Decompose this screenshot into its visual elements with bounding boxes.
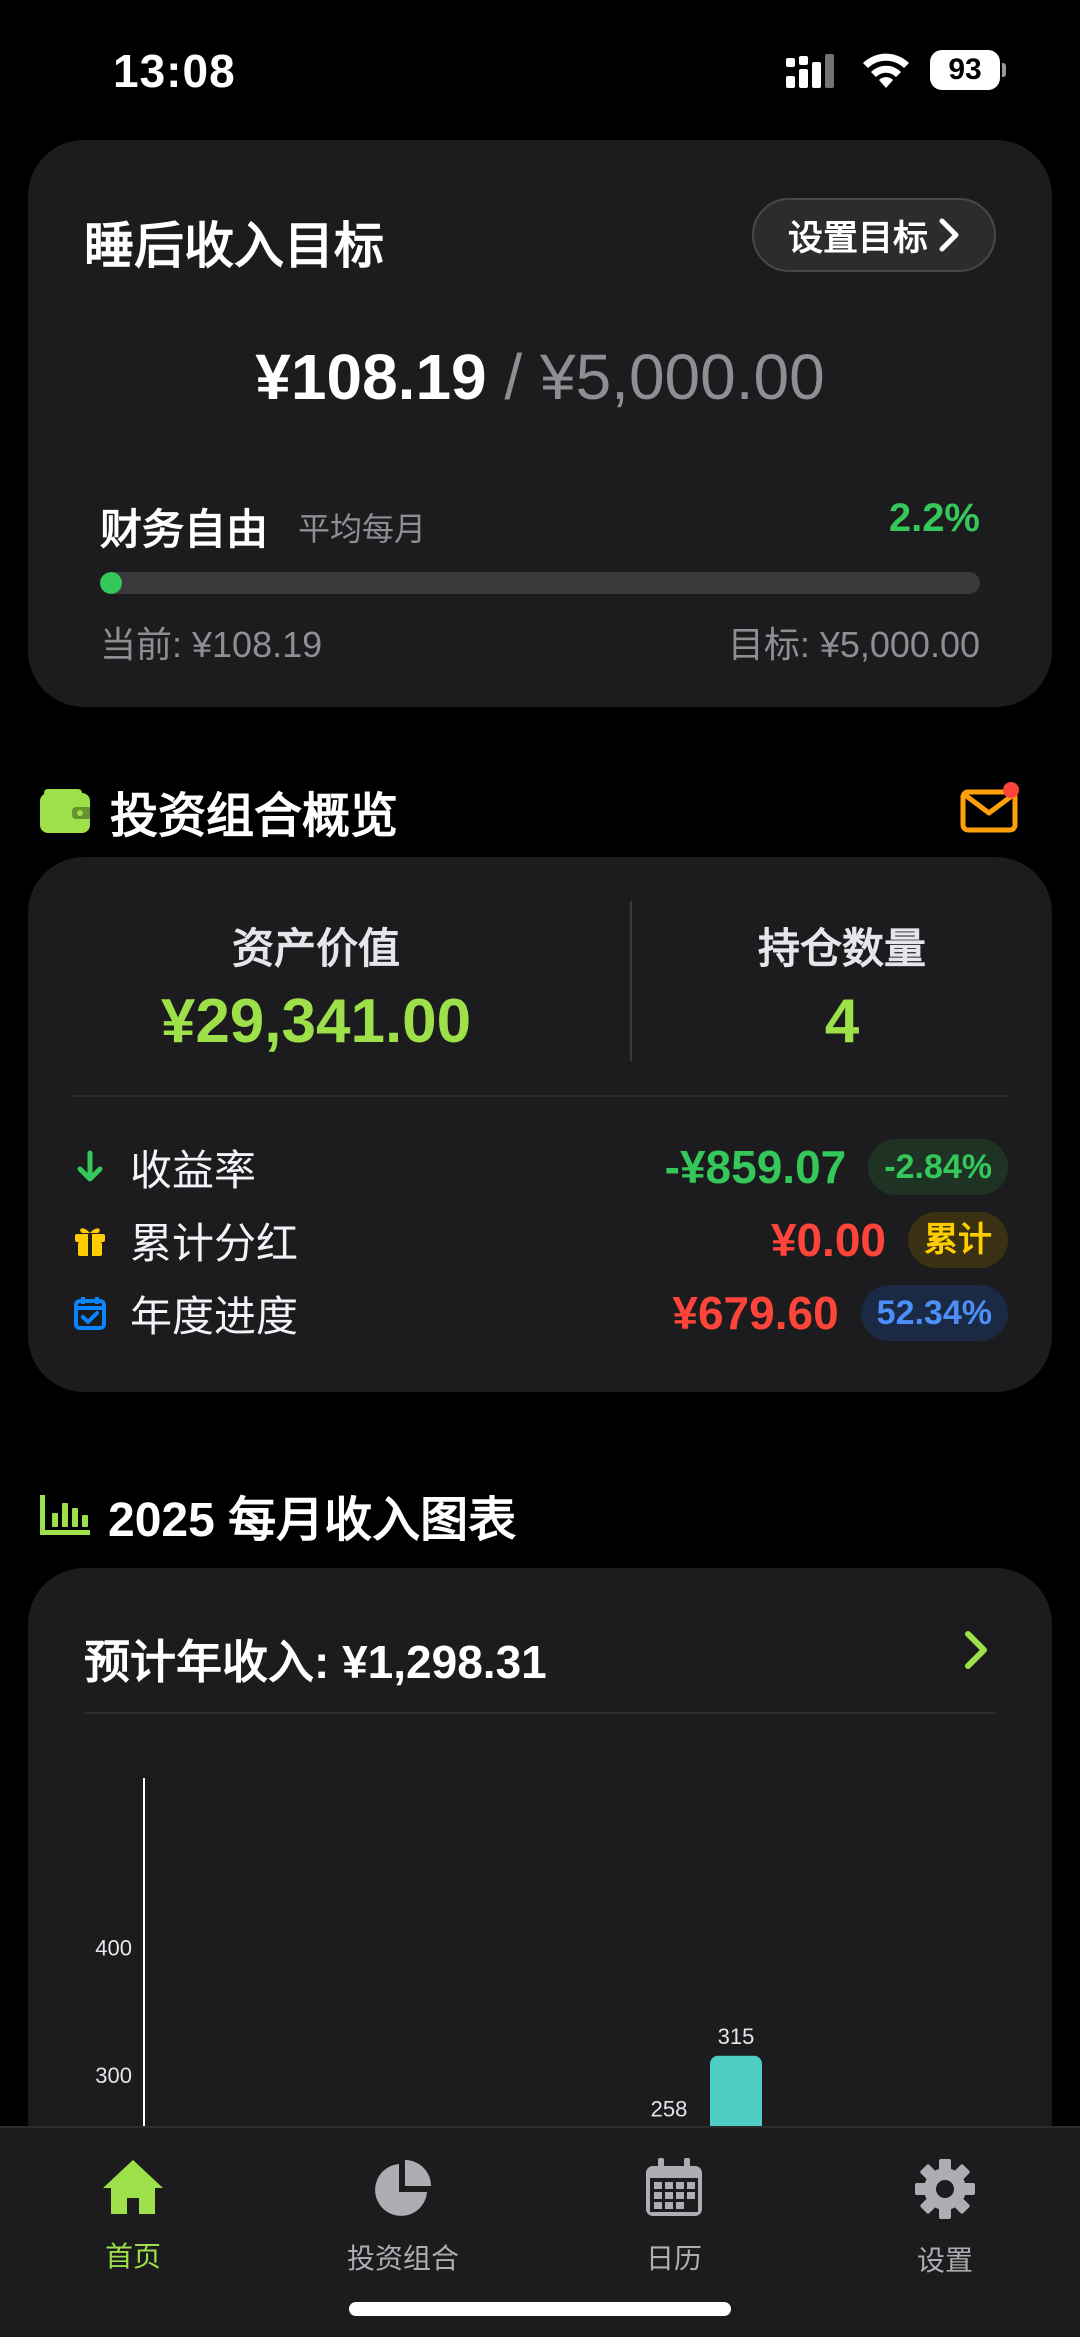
yield-value: -¥859.07 bbox=[664, 1141, 847, 1193]
goal-target-amount: ¥5,000.00 bbox=[539, 341, 825, 413]
asset-value-label: 资产价值 bbox=[231, 925, 400, 972]
annual-progress-value: ¥679.60 bbox=[672, 1287, 839, 1339]
holdings-block: 持仓数量 4 bbox=[632, 915, 1052, 1057]
dividend-badge: 累计 bbox=[908, 1212, 1008, 1268]
goal-title: 睡后收入目标 bbox=[84, 218, 384, 274]
tab-portfolio-label: 投资组合 bbox=[346, 2243, 459, 2274]
chevron-right-icon bbox=[939, 218, 959, 252]
annual-progress-label: 年度进度 bbox=[130, 1292, 299, 1340]
yield-label: 收益率 bbox=[130, 1146, 257, 1194]
dividend-label: 累计分红 bbox=[130, 1219, 299, 1267]
bar-chart-icon bbox=[40, 1495, 90, 1535]
status-time: 13:08 bbox=[113, 45, 236, 97]
chart-bar-value-label: 315 bbox=[718, 2024, 755, 2049]
wallet-icon bbox=[40, 789, 92, 833]
tab-settings-label: 设置 bbox=[916, 2245, 973, 2276]
passive-income-goal-card: 睡后收入目标 设置目标 ¥108.19 / ¥5,000.00 财务自由 平均每… bbox=[28, 140, 1052, 707]
home-indicator bbox=[349, 2302, 731, 2316]
set-goal-label: 设置目标 bbox=[787, 218, 928, 258]
calendar-check-icon bbox=[72, 1295, 108, 1331]
chart-y-tick-label: 300 bbox=[95, 2063, 132, 2088]
calendar-icon bbox=[646, 2158, 702, 2216]
set-goal-button[interactable]: 设置目标 bbox=[752, 198, 996, 272]
yield-row: 收益率 -¥859.07 -2.84% bbox=[72, 1137, 1008, 1197]
tab-calendar-label: 日历 bbox=[645, 2243, 702, 2274]
battery-tip bbox=[1002, 63, 1006, 77]
app-screen: 13:08 93 睡后收入目标 设置目标 ¥108.19 / ¥5,000.00… bbox=[0, 0, 1080, 2337]
asset-value-block: 资产价值 ¥29,341.00 bbox=[28, 915, 604, 1057]
portfolio-section-header: 投资组合概览 bbox=[40, 776, 398, 846]
annual-progress-row: 年度进度 ¥679.60 52.34% bbox=[72, 1283, 1008, 1343]
home-icon bbox=[103, 2160, 163, 2214]
financial-freedom-label: 财务自由 bbox=[100, 506, 269, 553]
dividend-value: ¥0.00 bbox=[770, 1214, 886, 1266]
portfolio-section-title: 投资组合概览 bbox=[110, 790, 399, 843]
tab-calendar[interactable]: 日历 bbox=[574, 2158, 774, 2277]
goal-separator: / bbox=[504, 341, 523, 413]
chart-bar-value-label: 258 bbox=[651, 2097, 688, 2122]
gift-icon bbox=[72, 1222, 108, 1258]
yield-badge: -2.84% bbox=[868, 1139, 1008, 1195]
tab-home[interactable]: 首页 bbox=[33, 2158, 233, 2275]
income-chart-section-header: 2025 每月收入图表 bbox=[40, 1480, 516, 1550]
goal-current-text: 当前: ¥108.19 bbox=[100, 624, 323, 665]
goal-amount: ¥108.19 / ¥5,000.00 bbox=[28, 340, 1052, 414]
cellular-signal-icon bbox=[786, 54, 834, 88]
goal-progress-fill bbox=[100, 572, 122, 594]
tab-home-label: 首页 bbox=[104, 2241, 161, 2272]
income-chart-section-title: 2025 每月收入图表 bbox=[108, 1494, 517, 1547]
goal-target-text: 目标: ¥5,000.00 bbox=[727, 624, 980, 665]
gear-icon bbox=[915, 2159, 975, 2219]
pie-chart-icon bbox=[375, 2160, 431, 2216]
asset-value: ¥29,341.00 bbox=[160, 987, 472, 1056]
goal-percent: 2.2% bbox=[888, 496, 980, 540]
battery-level: 93 bbox=[930, 50, 1000, 90]
chart-y-tick-label: 400 bbox=[95, 1935, 132, 1960]
annual-progress-badge: 52.34% bbox=[860, 1285, 1008, 1341]
monthly-average-label: 平均每月 bbox=[298, 511, 427, 547]
battery-indicator: 93 bbox=[930, 50, 1006, 90]
status-bar: 13:08 93 bbox=[0, 0, 1080, 130]
tab-settings[interactable]: 设置 bbox=[845, 2158, 1045, 2279]
goal-current-amount: ¥108.19 bbox=[255, 341, 487, 413]
mail-icon[interactable] bbox=[960, 780, 1020, 834]
dividend-row: 累计分红 ¥0.00 累计 bbox=[72, 1210, 1008, 1270]
tab-portfolio[interactable]: 投资组合 bbox=[303, 2158, 503, 2277]
arrow-down-icon bbox=[72, 1149, 108, 1185]
portfolio-overview-card: 资产价值 ¥29,341.00 持仓数量 4 收益率 -¥859.07 -2.8… bbox=[28, 857, 1052, 1392]
holdings-value: 4 bbox=[824, 987, 860, 1056]
horizontal-divider bbox=[72, 1095, 1008, 1097]
goal-progress-bar bbox=[100, 572, 980, 594]
holdings-label: 持仓数量 bbox=[757, 925, 926, 972]
wifi-icon bbox=[863, 53, 909, 88]
